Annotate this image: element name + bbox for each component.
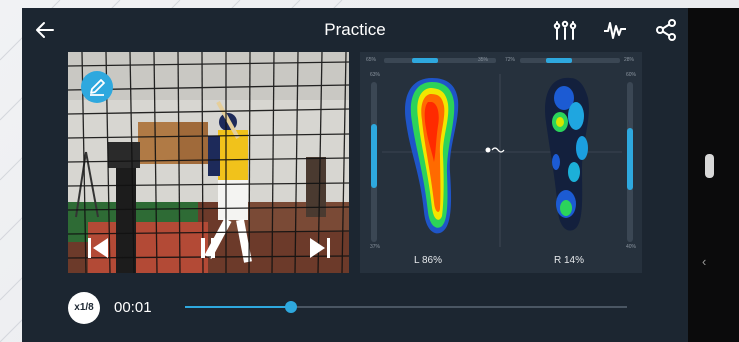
skip-previous-icon[interactable] — [84, 234, 112, 262]
share-icon[interactable] — [654, 18, 678, 42]
nav-back-chevron-icon[interactable]: ‹ — [702, 254, 706, 269]
header-bar: Practice — [22, 8, 688, 52]
pencil-icon — [90, 79, 105, 96]
timeline-progress — [185, 306, 292, 308]
scale-label: 28% — [624, 57, 635, 63]
waveform-icon[interactable] — [603, 18, 627, 42]
scale-label: 65% — [366, 57, 377, 63]
scale-label: 40% — [626, 244, 637, 250]
page-title: Practice — [324, 20, 386, 39]
right-foot-percentage: R 14% — [554, 255, 585, 266]
home-handle[interactable] — [705, 154, 714, 178]
skip-next-icon[interactable] — [306, 234, 334, 262]
pause-icon[interactable] — [194, 234, 222, 262]
playback-speed-button[interactable]: x1/8 — [68, 292, 100, 324]
edit-button[interactable] — [81, 71, 113, 103]
left-foot-percentage: L 86% — [414, 255, 442, 266]
sliders-icon[interactable] — [553, 18, 577, 42]
pressure-map-panel: 65% 35% 72% 28% 63% 37% 60% 40% L 86% R … — [360, 52, 642, 273]
scale-label: 60% — [626, 72, 637, 78]
scale-label: 35% — [478, 57, 489, 63]
scale-label: 63% — [370, 72, 381, 78]
pressure-heatmap — [371, 58, 633, 247]
video-player[interactable] — [68, 52, 349, 273]
scale-label: 72% — [505, 57, 516, 63]
current-time: 00:01 — [114, 299, 152, 316]
timeline-thumb[interactable] — [285, 301, 298, 313]
timeline-slider[interactable] — [185, 301, 627, 313]
scale-label: 37% — [370, 244, 381, 250]
system-nav-bar: ‹ — [688, 8, 739, 342]
practice-screen: Practice 65% 35% 72% 28% 63% 37% 60% 40%… — [22, 8, 688, 342]
